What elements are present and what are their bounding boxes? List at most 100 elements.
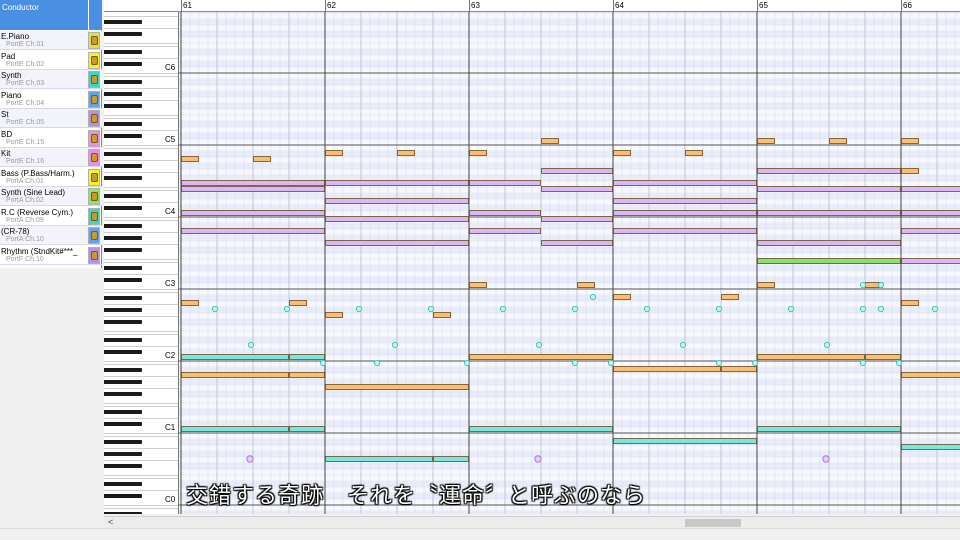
octave-label: C6 (165, 63, 176, 72)
note-block (613, 150, 631, 156)
track-name: BD (1, 129, 13, 139)
drum-hit (877, 281, 885, 289)
track-mute-button[interactable] (88, 227, 100, 244)
track-name: St (1, 110, 9, 119)
black-key[interactable] (104, 320, 142, 324)
black-key[interactable] (104, 194, 142, 198)
black-key[interactable] (104, 62, 142, 66)
note-block (721, 294, 739, 300)
black-key[interactable] (104, 410, 142, 414)
black-key-lane (179, 277, 960, 283)
track-row[interactable]: Rhythm (StndKit#***_ PortF Ch.10 (0, 246, 102, 265)
piano-roll-grid[interactable] (179, 12, 960, 514)
track-mute-button[interactable] (88, 129, 100, 147)
black-key[interactable] (104, 308, 142, 312)
black-key[interactable] (104, 32, 142, 36)
piano-keyboard[interactable]: C6 C5 C4 C3 C2 C1 C0 (104, 12, 179, 514)
note-block (901, 258, 960, 264)
note-block (541, 186, 613, 192)
black-key[interactable] (104, 134, 142, 138)
black-key-lane (179, 61, 960, 67)
note-block (757, 138, 775, 144)
black-key[interactable] (104, 164, 142, 168)
conductor-track[interactable]: Conductor (0, 0, 88, 30)
black-key[interactable] (104, 92, 142, 96)
white-key-divider (104, 76, 178, 77)
track-mute-button[interactable] (88, 90, 100, 108)
black-key[interactable] (104, 104, 142, 108)
track-mute-button[interactable] (88, 32, 100, 49)
track-row[interactable]: Piano PortE Ch.04 (0, 90, 102, 109)
white-key-divider (104, 403, 178, 404)
black-key[interactable] (104, 380, 142, 384)
white-key-divider (104, 292, 178, 293)
black-key[interactable] (104, 266, 142, 270)
black-key[interactable] (104, 50, 142, 54)
track-row[interactable]: BD PortE Ch.15 (0, 129, 102, 148)
black-key[interactable] (104, 206, 142, 210)
black-key[interactable] (104, 464, 142, 468)
note-block (901, 372, 960, 378)
horizontal-scrollbar[interactable]: < (104, 516, 960, 528)
drum-hit (823, 341, 831, 349)
note-block (541, 216, 613, 222)
track-row[interactable]: Bass (P.Bass/Harm.) PortA Ch.01 (0, 168, 102, 187)
black-key[interactable] (104, 350, 142, 354)
scroll-left-arrow-icon[interactable]: < (108, 517, 113, 527)
track-mute-button[interactable] (88, 188, 100, 205)
track-row[interactable]: Kit PortE Ch.16 (0, 148, 102, 168)
note-block (181, 186, 325, 192)
black-key[interactable] (104, 422, 142, 426)
black-key[interactable] (104, 248, 142, 252)
track-mute-button[interactable] (88, 51, 100, 69)
track-mute-button[interactable] (88, 110, 100, 127)
measure-ruler[interactable]: 61 62 63 64 65 66 (104, 0, 960, 12)
track-mute-button[interactable] (88, 207, 100, 225)
track-row[interactable]: (CR-78) PortA Ch.10 (0, 226, 102, 246)
track-row[interactable]: Synth PortE Ch.03 (0, 70, 102, 90)
note-block (757, 258, 901, 264)
black-key[interactable] (104, 80, 142, 84)
track-row[interactable]: R.C (Reverse Cym.) PortA Ch.09 (0, 207, 102, 226)
black-key[interactable] (104, 296, 142, 300)
black-key[interactable] (104, 368, 142, 372)
black-key[interactable] (104, 122, 142, 126)
track-row[interactable]: Synth (Sine Lead) PortA Ch.02 (0, 187, 102, 207)
black-key[interactable] (104, 236, 142, 240)
note-block (829, 138, 847, 144)
white-key-divider (104, 202, 178, 203)
black-key[interactable] (104, 278, 142, 282)
black-key[interactable] (104, 224, 142, 228)
piano-roll-canvas[interactable] (179, 12, 960, 514)
black-key[interactable] (104, 482, 142, 486)
measure-tick (613, 0, 614, 12)
white-key-divider (104, 406, 178, 407)
black-key[interactable] (104, 20, 142, 24)
drum-hit (751, 359, 759, 367)
white-key-divider (104, 376, 178, 377)
white-key-divider (104, 88, 178, 89)
track-row[interactable]: E.Piano PortE Ch.01 (0, 31, 102, 51)
black-key[interactable] (104, 512, 142, 514)
white-key-divider (104, 43, 178, 44)
track-row[interactable]: Pad PortE Ch.02 (0, 51, 102, 70)
black-key[interactable] (104, 494, 142, 498)
black-key[interactable] (104, 452, 142, 456)
track-mute-button[interactable] (88, 149, 100, 166)
white-key-divider (104, 274, 178, 275)
track-row[interactable]: St PortE Ch.05 (0, 109, 102, 129)
note-block (613, 366, 721, 372)
track-mute-button[interactable] (88, 246, 100, 264)
speaker-icon (91, 192, 98, 201)
track-port: PortE Ch.04 (6, 99, 45, 107)
black-key[interactable] (104, 392, 142, 396)
black-key[interactable] (104, 338, 142, 342)
track-mute-button[interactable] (88, 168, 100, 186)
scroll-thumb[interactable] (685, 519, 741, 527)
black-key[interactable] (104, 440, 142, 444)
track-mute-button[interactable] (88, 71, 100, 88)
drum-hit (571, 359, 579, 367)
black-key[interactable] (104, 152, 142, 156)
black-key[interactable] (104, 176, 142, 180)
black-key-lane (179, 319, 960, 325)
